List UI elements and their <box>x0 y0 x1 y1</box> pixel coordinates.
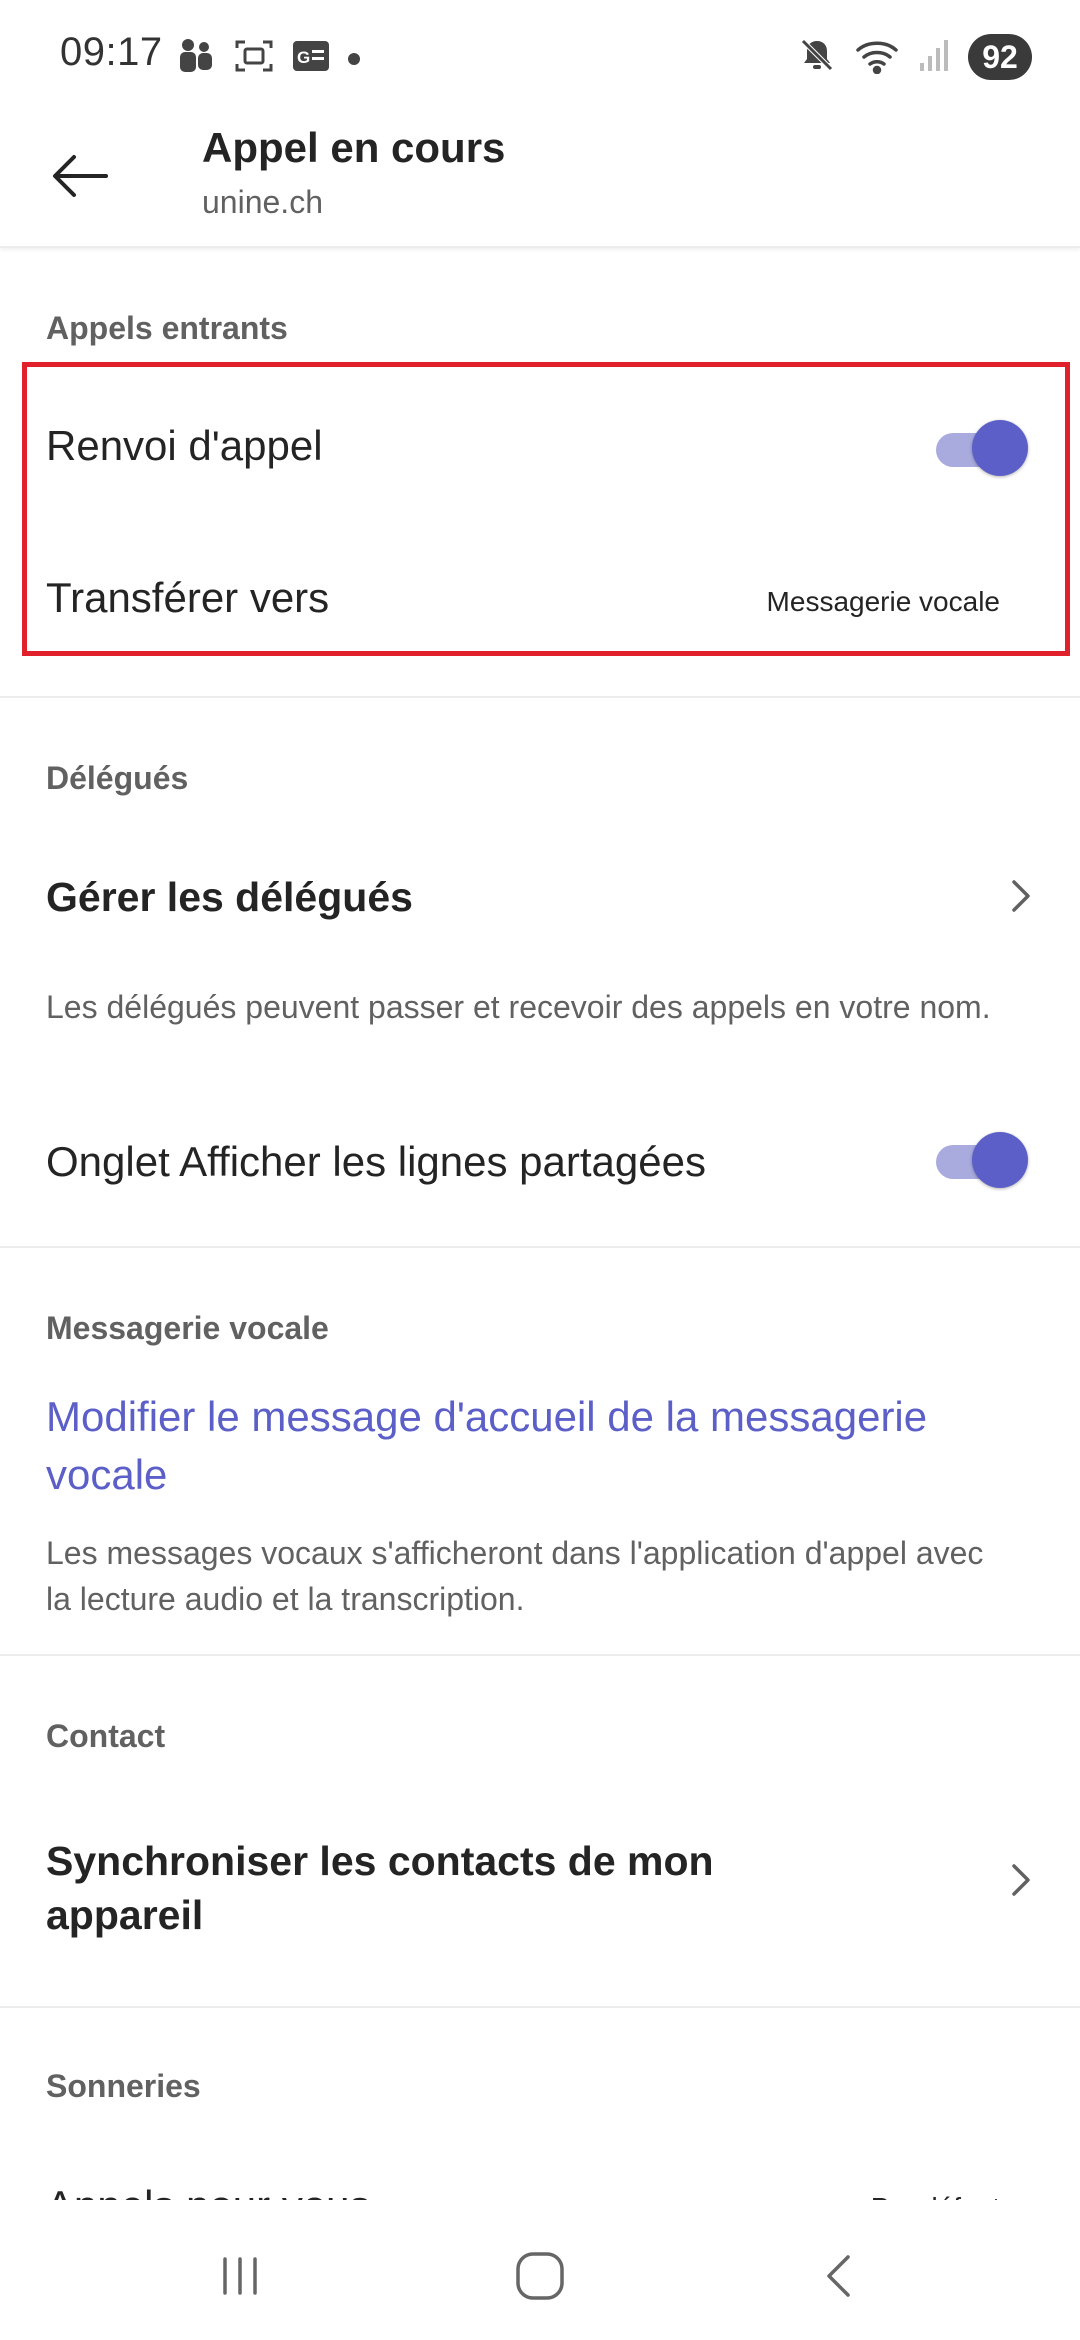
highlight-box <box>22 362 1070 656</box>
chevron-left-icon <box>827 2255 850 2297</box>
voicemail-description: Les messages vocaux s'afficheront dans l… <box>46 1535 984 1617</box>
edit-voicemail-greeting-link[interactable]: Modifier le message d'accueil de la mess… <box>46 1388 1046 1504</box>
section-header-voicemail: Messagerie vocale <box>46 1310 329 1346</box>
delegates-description: Les délégués peuvent passer et recevoir … <box>46 989 991 1025</box>
recent-apps-icon <box>223 2257 257 2295</box>
section-header-delegates: Délégués <box>46 760 189 796</box>
shared-lines-toggle[interactable] <box>936 1132 1028 1188</box>
notification-dot <box>348 52 360 65</box>
teams-icon <box>176 38 216 79</box>
system-back-button[interactable] <box>800 2236 880 2316</box>
chevron-right-icon <box>1012 1864 1030 1896</box>
shared-lines-label: Onglet Afficher les lignes partagées <box>46 1138 706 1185</box>
status-right-icons: 92 <box>798 34 1032 80</box>
svg-text:G: G <box>297 48 310 67</box>
chevron-right-icon <box>1012 880 1030 912</box>
signal-icon <box>918 37 950 78</box>
divider <box>0 696 1080 698</box>
arrow-left-icon <box>53 155 108 197</box>
system-nav-bar <box>0 2200 1080 2340</box>
home-button[interactable] <box>500 2236 580 2316</box>
gallery-icon: G <box>292 40 330 77</box>
shared-lines-row[interactable]: Onglet Afficher les lignes partagées <box>0 1108 1080 1218</box>
mute-icon <box>798 36 836 79</box>
wifi-icon <box>854 36 900 79</box>
home-icon <box>516 2252 564 2300</box>
status-bar: 09:17 G 92 <box>0 0 1080 118</box>
section-header-contact: Contact <box>46 1718 166 1754</box>
toggle-knob <box>972 1132 1028 1188</box>
status-left-icons: G <box>176 38 360 79</box>
page-title: Appel en cours <box>202 124 506 171</box>
section-header-incoming: Appels entrants <box>46 310 288 346</box>
manage-delegates-row[interactable]: Gérer les délégués <box>0 840 1080 960</box>
page-subtitle: unine.ch <box>202 184 323 220</box>
section-header-ringtones: Sonneries <box>46 2068 201 2104</box>
sync-contacts-label: Synchroniser les contacts de mon apparei… <box>46 1838 714 1938</box>
screenshot-icon <box>234 38 274 79</box>
recent-apps-button[interactable] <box>200 2236 280 2316</box>
divider <box>0 2006 1080 2008</box>
divider <box>0 1654 1080 1656</box>
divider <box>0 1246 1080 1248</box>
app-header: Appel en cours unine.ch <box>0 118 1080 248</box>
sync-contacts-row[interactable]: Synchroniser les contacts de mon apparei… <box>0 1800 1080 1960</box>
status-time: 09:17 <box>60 30 163 74</box>
back-button[interactable] <box>40 136 120 216</box>
manage-delegates-label: Gérer les délégués <box>46 874 413 920</box>
battery-level: 92 <box>968 34 1032 80</box>
